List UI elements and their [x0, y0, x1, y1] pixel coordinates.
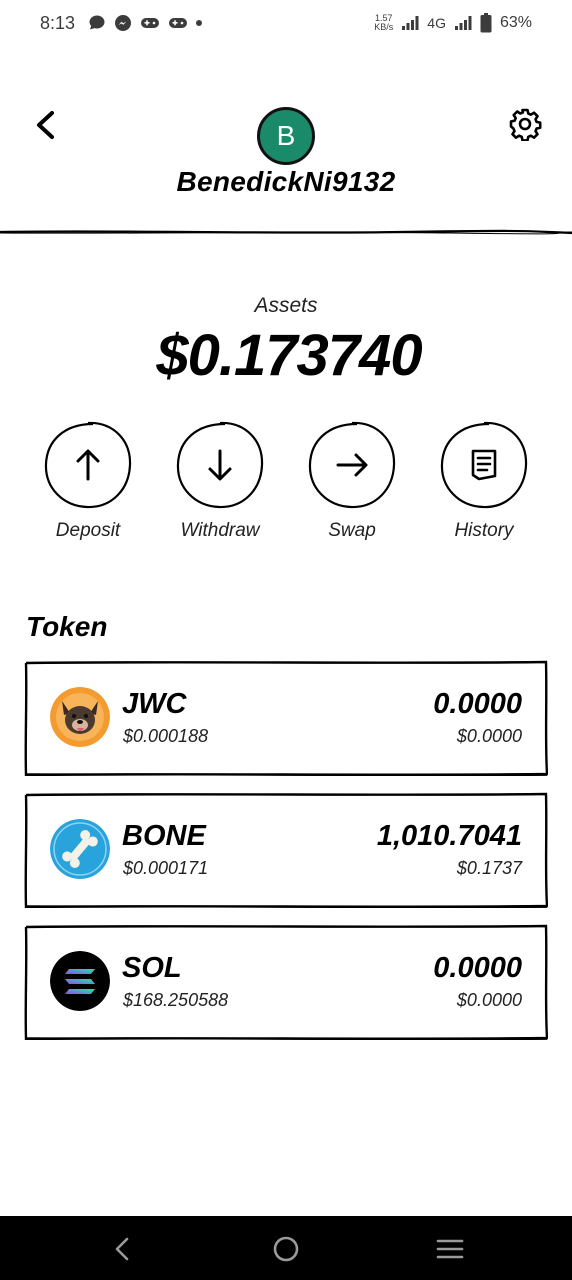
more-notifications-dot-icon — [196, 20, 202, 26]
avatar[interactable]: B — [257, 107, 315, 165]
arrow-right-icon — [336, 453, 368, 477]
token-card-sol[interactable]: SOL $168.250588 0.0000 $0.0000 — [24, 924, 548, 1040]
status-time: 8:13 — [40, 13, 76, 33]
gear-icon[interactable] — [508, 107, 542, 141]
solana-icon — [50, 951, 110, 1011]
nav-recents-menu-icon[interactable] — [436, 1238, 464, 1260]
game-controller-icon — [141, 18, 159, 28]
notification-icons — [88, 14, 202, 32]
signal-icon — [402, 16, 419, 30]
document-icon — [471, 449, 497, 481]
history-label: History — [454, 520, 514, 541]
assets-total-value: $0.173740 — [156, 323, 422, 388]
bone-icon — [50, 819, 110, 879]
swap-circle — [308, 421, 396, 509]
history-button[interactable]: History — [418, 420, 550, 550]
nav-home-icon[interactable] — [272, 1235, 300, 1263]
swap-label: Swap — [328, 520, 376, 541]
game-controller-icon — [169, 18, 187, 28]
token-symbol: SOL — [122, 952, 182, 984]
deposit-button[interactable]: Deposit — [22, 420, 154, 550]
swap-button[interactable]: Swap — [286, 420, 418, 550]
net-speed: 1.57 KB/s — [374, 13, 394, 32]
status-right: 1.57 KB/s 4G 63% — [374, 13, 532, 33]
deposit-circle — [44, 421, 132, 509]
history-circle — [440, 421, 528, 509]
token-balance: 1,010.7041 — [376, 820, 522, 852]
jwc-dog-icon — [50, 687, 110, 747]
token-section-title: Token — [26, 611, 108, 642]
token-value: $0.0000 — [456, 726, 522, 746]
messenger-icon — [115, 15, 131, 31]
back-arrow-icon[interactable] — [34, 110, 58, 140]
deposit-label: Deposit — [55, 520, 121, 541]
token-balance: 0.0000 — [433, 688, 522, 720]
system-nav-bar — [0, 1216, 572, 1280]
header-divider — [0, 229, 572, 235]
avatar-letter: B — [276, 120, 296, 151]
network-type: 4G — [427, 15, 446, 31]
token-price: $0.000188 — [123, 726, 209, 746]
assets-label: Assets — [254, 294, 318, 317]
battery-percent: 63% — [499, 14, 532, 31]
signal-icon — [454, 16, 472, 30]
status-bar: 8:13 1.57 KB/s 4G 63% — [0, 0, 572, 48]
withdraw-label: Withdraw — [180, 520, 260, 541]
withdraw-circle — [176, 421, 264, 509]
withdraw-button[interactable]: Withdraw — [154, 420, 286, 550]
chat-icon — [89, 15, 105, 30]
token-symbol: BONE — [122, 820, 206, 852]
arrow-down-icon — [208, 449, 232, 481]
username: BenedickNi9132 — [176, 166, 396, 197]
battery-icon — [480, 13, 492, 33]
arrow-up-icon — [76, 449, 100, 481]
token-price: $168.250588 — [123, 990, 229, 1010]
token-card-bone[interactable]: BONE $0.000171 1,010.7041 $0.1737 — [24, 792, 548, 908]
token-symbol: JWC — [122, 688, 187, 720]
nav-back-icon[interactable] — [112, 1236, 132, 1262]
token-price: $0.000171 — [123, 858, 209, 878]
token-value: $0.0000 — [456, 990, 522, 1010]
token-balance: 0.0000 — [433, 952, 522, 984]
token-value: $0.1737 — [456, 858, 522, 878]
token-card-jwc[interactable]: JWC $0.000188 0.0000 $0.0000 — [24, 660, 548, 776]
